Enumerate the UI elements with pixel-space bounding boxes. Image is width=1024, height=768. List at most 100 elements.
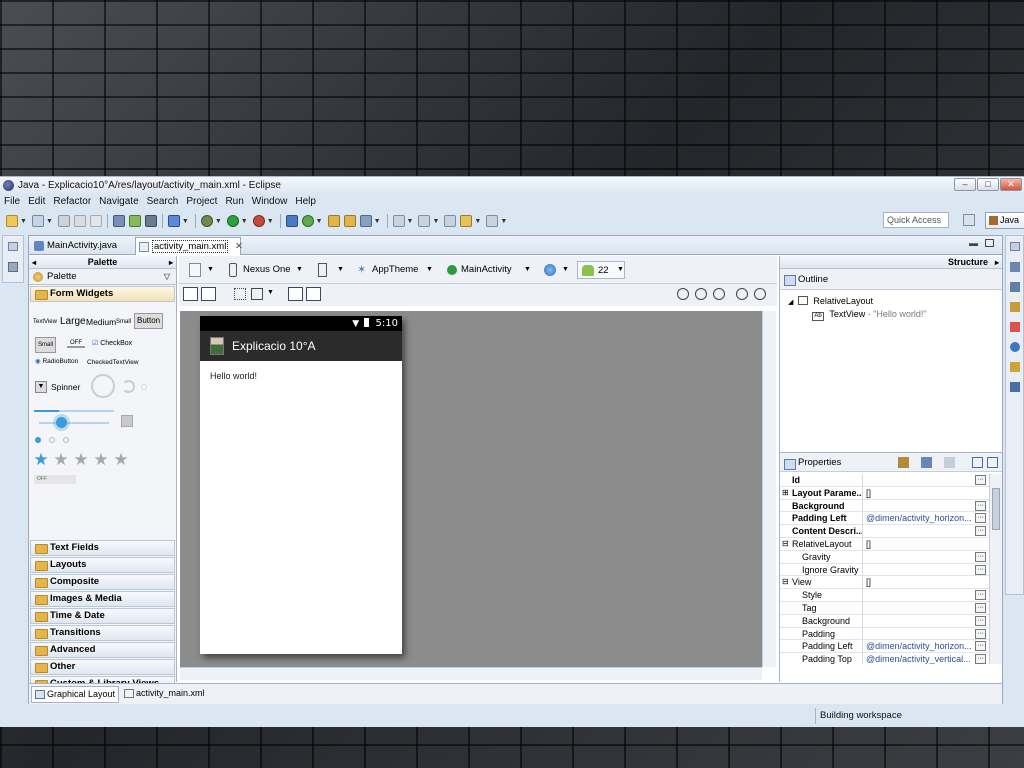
back-icon[interactable] <box>460 215 473 227</box>
zoom-out-icon[interactable] <box>736 288 748 300</box>
rating-star-icon[interactable]: ★ <box>93 451 109 468</box>
open-perspective-icon[interactable] <box>963 214 975 226</box>
menu-navigate[interactable]: Navigate <box>99 196 138 207</box>
property-row[interactable]: Content Descri... ··· <box>780 525 989 538</box>
widget-togglebutton[interactable]: OFF <box>67 340 85 348</box>
seekbar-thumb-icon[interactable] <box>56 417 67 428</box>
menu-project[interactable]: Project <box>186 196 217 207</box>
gravity-icon[interactable] <box>251 288 263 300</box>
rating-star-filled-icon[interactable]: ★ <box>33 451 49 468</box>
tree-collapse-icon[interactable]: ◢ <box>788 299 793 306</box>
collapse-left-icon[interactable]: ◂ <box>32 256 36 269</box>
radiogroup-dot-1[interactable] <box>35 437 41 443</box>
save-icon[interactable] <box>57 215 70 227</box>
quick-access-input[interactable]: Quick Access <box>883 212 949 228</box>
properties-scrollbar[interactable] <box>989 474 1002 664</box>
canvas-vertical-scrollbar[interactable] <box>762 311 776 667</box>
category-other[interactable]: Other <box>30 659 175 675</box>
view-icon-2[interactable] <box>1010 282 1020 292</box>
property-row[interactable]: Tag ··· <box>780 601 989 615</box>
toggle-fill-height-icon[interactable] <box>201 287 216 301</box>
category-time-date[interactable]: Time & Date <box>30 608 175 624</box>
widget-switch[interactable]: OFF <box>34 475 76 484</box>
view-icon-7[interactable] <box>1010 382 1020 392</box>
property-row[interactable]: Padding Left @dimen/activity_horizon... ··… <box>780 640 989 654</box>
device-preview[interactable]: ▼ 5:10 Explicacio 10°A Hello world! <box>200 316 402 654</box>
menu-run[interactable]: Run <box>225 196 243 207</box>
category-images-media[interactable]: Images & Media <box>30 591 175 607</box>
distribute-weights-icon[interactable] <box>288 287 303 301</box>
rating-star-icon[interactable]: ★ <box>53 451 69 468</box>
radiogroup-dot-2[interactable] <box>49 437 55 443</box>
property-row[interactable]: Style ··· <box>780 589 989 602</box>
seekbar[interactable] <box>39 422 109 424</box>
property-row[interactable]: ⊟ RelativeLayout[] <box>780 537 989 551</box>
edit-button[interactable]: ··· <box>975 602 986 613</box>
category-transitions[interactable]: Transitions <box>30 625 175 641</box>
sdk-manager-icon[interactable] <box>112 215 125 227</box>
widget-medium-text[interactable]: Medium <box>86 317 116 327</box>
view-icon-4[interactable] <box>1010 322 1020 332</box>
open-icon[interactable] <box>31 215 44 227</box>
rating-star-icon[interactable]: ★ <box>73 451 89 468</box>
orientation-icon[interactable] <box>318 263 327 277</box>
tree-relativelayout[interactable]: ◢ RelativeLayout <box>788 296 873 306</box>
hello-textview[interactable]: Hello world! <box>200 361 402 391</box>
edit-button[interactable]: ··· <box>975 628 986 639</box>
property-row[interactable]: Padding Left @dimen/activity_horizon... ··… <box>780 512 989 526</box>
tab-xml-source[interactable]: activity_main.xml <box>121 686 213 703</box>
tab-activity-main-xml[interactable]: activity_main.xml ✕ <box>135 237 243 255</box>
config-chooser-icon[interactable] <box>189 263 201 277</box>
edit-button[interactable]: ··· <box>975 641 986 652</box>
category-form-widgets[interactable]: Form Widgets <box>30 286 175 302</box>
maximize-button[interactable]: □ <box>977 178 999 191</box>
menu-file[interactable]: File <box>4 196 20 207</box>
sort-alpha-icon[interactable] <box>921 457 932 468</box>
edit-button[interactable]: ··· <box>975 615 986 626</box>
edit-button[interactable]: ··· <box>975 513 986 524</box>
widget-small-text[interactable]: Small <box>116 319 131 325</box>
new-class-icon[interactable] <box>301 215 314 227</box>
edit-button[interactable]: ··· <box>975 654 986 664</box>
property-row[interactable]: Background ··· <box>780 499 989 513</box>
edit-button[interactable]: ··· <box>975 526 986 537</box>
tab-graphical-layout[interactable]: Graphical Layout <box>31 686 119 703</box>
category-advanced[interactable]: Advanced <box>30 642 175 658</box>
widget-button[interactable]: Button <box>134 313 164 329</box>
property-row[interactable]: Gravity ··· <box>780 550 989 564</box>
clear-weights-icon[interactable] <box>306 287 321 301</box>
show-advanced-icon[interactable] <box>898 457 909 468</box>
widget-small-button[interactable]: Small <box>35 337 57 353</box>
menu-help[interactable]: Help <box>295 196 316 207</box>
quickcontactbadge-icon[interactable] <box>121 415 133 427</box>
collapse-all-icon[interactable] <box>987 457 998 468</box>
close-tab-icon[interactable]: ✕ <box>235 241 243 252</box>
minimize-editor-icon[interactable]: ▬ <box>969 238 978 248</box>
external-tools-icon[interactable] <box>252 215 265 227</box>
avd-manager-icon[interactable] <box>128 215 141 227</box>
forward-icon[interactable] <box>486 215 499 227</box>
edit-button[interactable]: ··· <box>975 475 986 485</box>
print-icon[interactable] <box>89 215 102 227</box>
toggle-fill-width-icon[interactable] <box>183 287 198 301</box>
margins-icon[interactable] <box>234 288 246 300</box>
property-row[interactable]: ⊞ Layout Parame...[] <box>780 486 989 500</box>
activity-selector[interactable]: MainActivity <box>461 261 512 279</box>
view-icon-1[interactable] <box>1010 262 1020 272</box>
menu-refactor[interactable]: Refactor <box>53 196 91 207</box>
menu-search[interactable]: Search <box>147 196 179 207</box>
category-composite[interactable]: Composite <box>30 574 175 590</box>
maximize-editor-icon[interactable] <box>985 239 994 247</box>
category-text-fields[interactable]: Text Fields <box>30 540 175 556</box>
progressbar-normal-icon[interactable] <box>122 380 135 393</box>
debug-icon[interactable] <box>200 215 213 227</box>
open-task-icon[interactable] <box>343 215 356 227</box>
new-java-project-icon[interactable] <box>285 215 298 227</box>
collapse-right-icon[interactable]: ▸ <box>169 256 173 269</box>
locale-globe-icon[interactable] <box>544 264 556 276</box>
edit-button[interactable]: ··· <box>975 551 986 562</box>
palette-menu-icon[interactable]: ▽ <box>164 269 170 285</box>
property-row[interactable]: Padding ··· <box>780 627 989 641</box>
property-row[interactable]: Background ··· <box>780 614 989 628</box>
close-button[interactable]: ✕ <box>1000 178 1022 191</box>
